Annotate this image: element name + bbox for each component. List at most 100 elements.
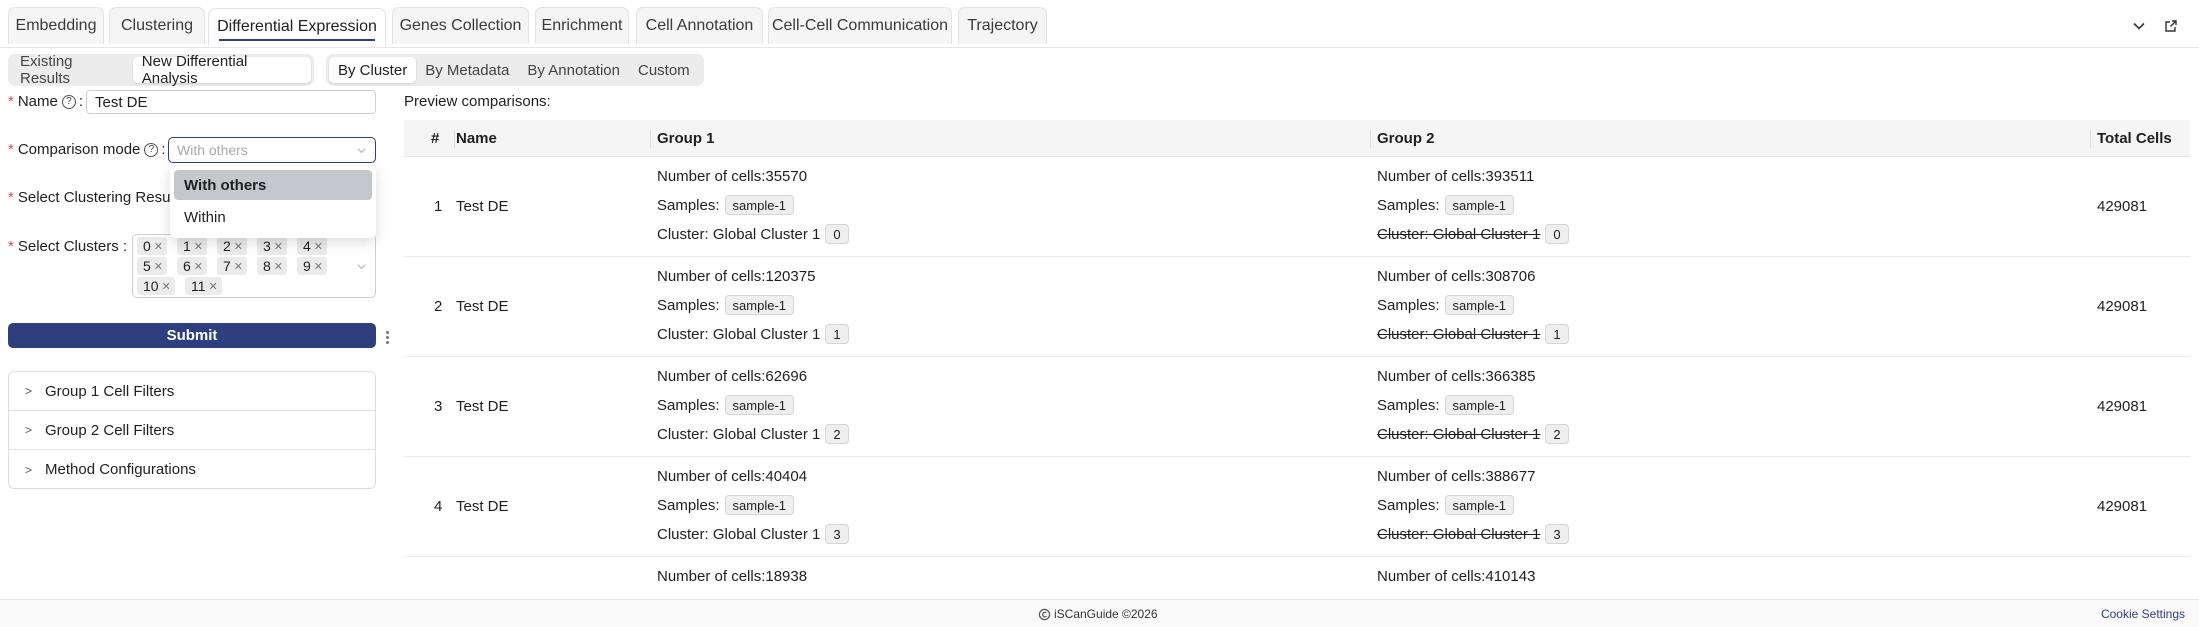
- chip-label: 9: [303, 258, 311, 274]
- close-icon[interactable]: ✕: [314, 260, 323, 273]
- copyright-logo-icon: [1038, 608, 1051, 620]
- column-header-name: Name: [456, 130, 497, 147]
- cluster-chip: 3 ✕: [257, 237, 288, 255]
- seg-custom[interactable]: Custom: [629, 57, 699, 83]
- cells-count: 393511: [1485, 168, 1535, 185]
- footer-brand-text: iSCanGuide ©2026: [1054, 607, 1158, 621]
- cluster-chip: 11 ✕: [185, 277, 222, 295]
- close-icon[interactable]: ✕: [154, 260, 163, 273]
- collapse-group2-filters[interactable]: > Group 2 Cell Filters: [9, 411, 375, 450]
- chevron-down-icon[interactable]: [2130, 17, 2148, 35]
- table-row: 2 Test DE Number of cells: 120375 Sample…: [404, 257, 2190, 357]
- group-segmented: By Cluster By Metadata By Annotation Cus…: [326, 54, 704, 86]
- cells-count: 62696: [765, 368, 808, 385]
- sample-tag: sample-1: [724, 295, 794, 315]
- tab-cell-cell-communication[interactable]: Cell-Cell Communication: [768, 7, 952, 44]
- help-icon[interactable]: ?: [144, 142, 159, 157]
- group1-cluster: Cluster: Global Cluster 11: [657, 324, 849, 344]
- seg-existing-results[interactable]: Existing Results: [11, 53, 133, 87]
- group2-samples: Samples: sample-1: [1377, 195, 1514, 215]
- samples-label: Samples:: [1377, 296, 1440, 314]
- external-link-icon[interactable]: [2162, 17, 2180, 35]
- cluster-chip: 1 ✕: [177, 237, 208, 255]
- close-icon[interactable]: ✕: [154, 240, 163, 253]
- submit-button[interactable]: Submit: [8, 323, 376, 348]
- seg-by-metadata[interactable]: By Metadata: [416, 57, 518, 83]
- close-icon[interactable]: ✕: [194, 240, 203, 253]
- comparison-mode-dropdown: With others Within: [170, 166, 376, 238]
- clustering-label: * Select Clustering Resul: [8, 189, 174, 206]
- samples-label: Samples:: [657, 496, 720, 514]
- help-icon[interactable]: ?: [61, 94, 76, 109]
- table-row: 1 Test DE Number of cells: 35570 Samples…: [404, 157, 2190, 257]
- collapse-label: Group 1 Cell Filters: [45, 382, 175, 400]
- comparison-mode-select[interactable]: With others: [168, 137, 376, 163]
- tab-trajectory[interactable]: Trajectory: [958, 7, 1047, 44]
- chip-label: 8: [263, 258, 271, 274]
- close-icon[interactable]: ✕: [234, 260, 243, 273]
- chip-label: 5: [143, 258, 151, 274]
- close-icon[interactable]: ✕: [274, 260, 283, 273]
- clusters-label: * Select Clusters :: [8, 238, 127, 255]
- seg-new-differential-analysis[interactable]: New Differential Analysis: [132, 53, 311, 87]
- option-within[interactable]: Within: [174, 202, 372, 232]
- close-icon[interactable]: ✕: [194, 260, 203, 273]
- tab-label: Cell Annotation: [645, 17, 754, 34]
- row-name: Test DE: [456, 198, 509, 215]
- cluster-tag: 0: [1545, 224, 1569, 244]
- clusters-multiselect[interactable]: 0 ✕ 1 ✕ 2 ✕ 3 ✕ 4 ✕ 5 ✕ 6 ✕ 7 ✕ 8 ✕ 9 ✕ 10 ✕ 11 ✕: [132, 234, 376, 298]
- label-colon: :: [118, 238, 128, 255]
- group1-cells: Number of cells: 120375: [657, 268, 815, 285]
- row-total-cells: 429081: [2097, 498, 2148, 515]
- tab-clustering[interactable]: Clustering: [109, 7, 205, 44]
- group1-samples: Samples: sample-1: [657, 295, 794, 315]
- select-placeholder: With others: [177, 142, 248, 158]
- required-mark: *: [8, 189, 14, 206]
- cells-label: Number of cells:: [1377, 368, 1486, 385]
- group1-cells: Number of cells: 62696: [657, 368, 807, 385]
- chip-label: 11: [191, 278, 206, 294]
- tab-cell-annotation[interactable]: Cell Annotation: [636, 7, 763, 44]
- cluster-tag: 1: [1545, 324, 1569, 344]
- cluster-label: Cluster: Global Cluster 1: [1377, 425, 1541, 443]
- close-icon[interactable]: ✕: [234, 240, 243, 253]
- filter-collapse: > Group 1 Cell Filters > Group 2 Cell Filt…: [8, 371, 376, 489]
- chevron-down-icon: [357, 147, 366, 153]
- cookie-settings-link[interactable]: Cookie Settings: [2101, 607, 2185, 621]
- tab-enrichment[interactable]: Enrichment: [535, 7, 629, 44]
- cells-label: Number of cells:: [657, 168, 766, 185]
- tab-label: Genes Collection: [399, 17, 522, 34]
- seg-by-cluster[interactable]: By Cluster: [329, 57, 417, 83]
- label-text: Comparison mode: [17, 141, 141, 158]
- chip-label: 10: [143, 278, 159, 294]
- cluster-chip: 10 ✕: [137, 277, 175, 295]
- close-icon[interactable]: ✕: [314, 240, 323, 253]
- tab-embedding[interactable]: Embedding: [8, 7, 104, 44]
- sample-tag: sample-1: [1444, 395, 1514, 415]
- resize-handle[interactable]: [386, 331, 390, 345]
- name-input[interactable]: Test DE: [86, 90, 376, 114]
- chip-label: 0: [143, 238, 151, 254]
- collapse-method-configurations[interactable]: > Method Configurations: [9, 450, 375, 489]
- close-icon[interactable]: ✕: [274, 240, 283, 253]
- tab-label: Enrichment: [541, 17, 623, 34]
- tab-genes-collection[interactable]: Genes Collection: [392, 7, 529, 44]
- footer-brand: iSCanGuide ©2026: [1038, 607, 1158, 621]
- samples-label: Samples:: [1377, 396, 1440, 414]
- group1-samples: Samples: sample-1: [657, 195, 794, 215]
- tab-label: Cell-Cell Communication: [771, 17, 949, 34]
- close-icon[interactable]: ✕: [162, 280, 171, 293]
- cluster-label: Cluster: Global Cluster 1: [1377, 525, 1541, 543]
- cells-label: Number of cells:: [657, 568, 766, 585]
- samples-label: Samples:: [1377, 196, 1440, 214]
- tab-label: Clustering: [120, 17, 194, 34]
- close-icon[interactable]: ✕: [209, 280, 218, 293]
- collapse-group1-filters[interactable]: > Group 1 Cell Filters: [9, 372, 375, 411]
- header-divider: [454, 130, 455, 148]
- group2-cluster: Cluster: Global Cluster 13: [1377, 524, 1569, 544]
- tab-differential-expression[interactable]: Differential Expression: [208, 8, 386, 46]
- cluster-chip: 4 ✕: [297, 237, 328, 255]
- cells-label: Number of cells:: [1377, 568, 1486, 585]
- option-with-others[interactable]: With others: [174, 170, 372, 200]
- seg-by-annotation[interactable]: By Annotation: [518, 57, 629, 83]
